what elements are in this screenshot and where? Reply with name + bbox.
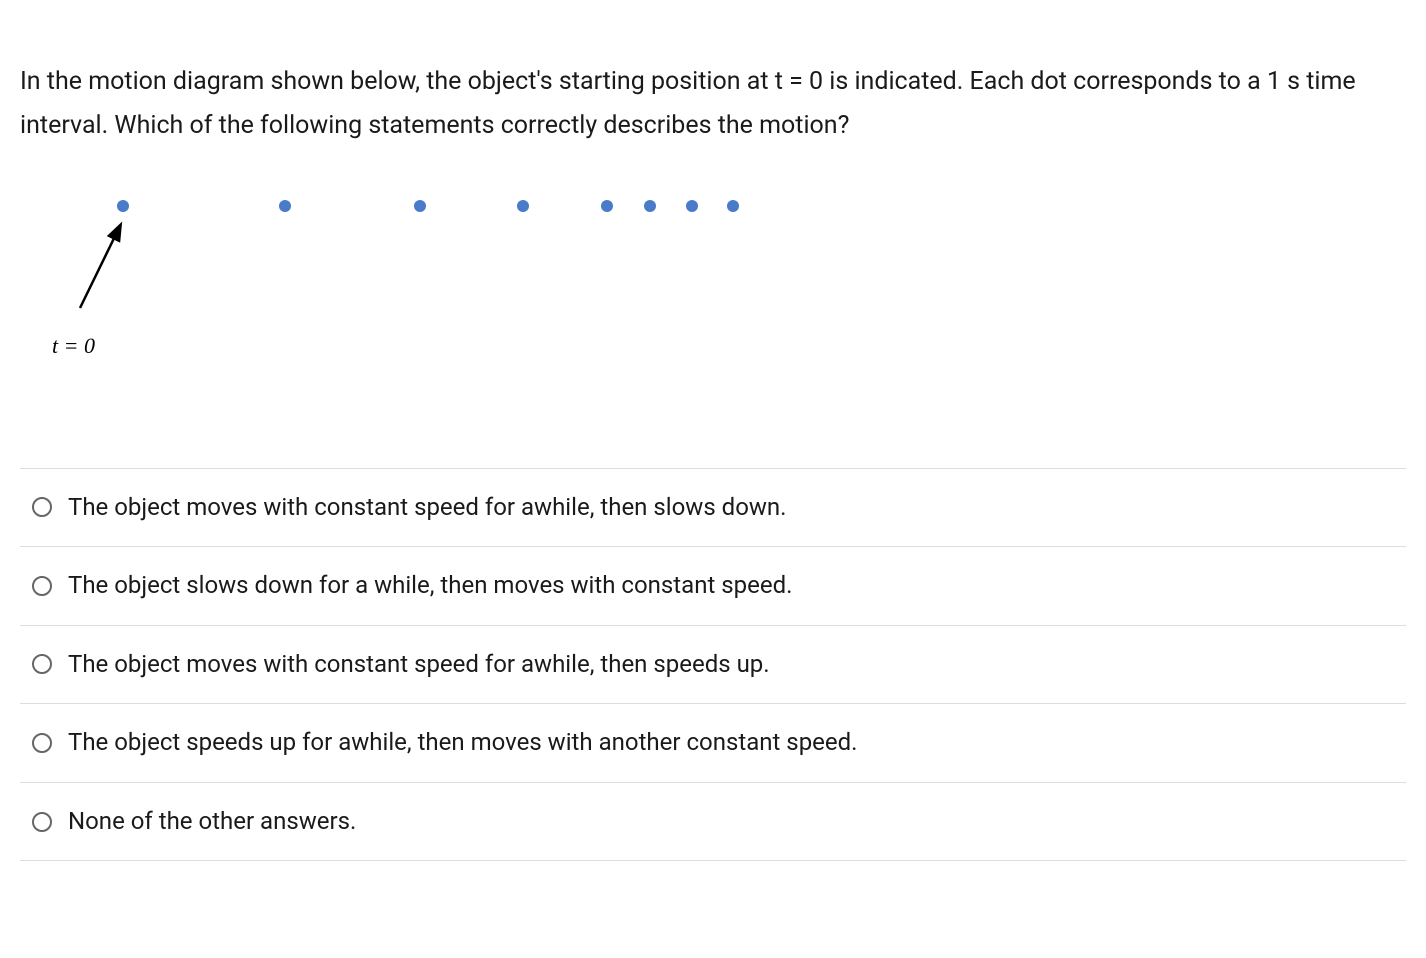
motion-dot [414,200,426,212]
start-time-label: t = 0 [52,333,95,359]
option-1[interactable]: The object moves with constant speed for… [20,469,1406,548]
option-2[interactable]: The object slows down for a while, then … [20,547,1406,626]
radio-icon [32,497,52,517]
question-prompt: In the motion diagram shown below, the o… [20,60,1406,148]
radio-icon [32,654,52,674]
motion-dot [644,200,656,212]
option-label: The object slows down for a while, then … [68,569,792,603]
motion-dot [279,200,291,212]
motion-dots [117,200,739,212]
motion-dot [117,200,129,212]
options-list: The object moves with constant speed for… [20,468,1406,862]
motion-dot [601,200,613,212]
option-label: None of the other answers. [68,805,356,839]
radio-icon [32,576,52,596]
motion-dot [686,200,698,212]
option-3[interactable]: The object moves with constant speed for… [20,626,1406,705]
motion-diagram: t = 0 [20,188,1406,408]
diagram-svg [20,188,820,368]
question-container: In the motion diagram shown below, the o… [0,0,1426,881]
option-label: The object moves with constant speed for… [68,491,787,525]
option-4[interactable]: The object speeds up for awhile, then mo… [20,704,1406,783]
radio-icon [32,733,52,753]
motion-dot [517,200,529,212]
option-5[interactable]: None of the other answers. [20,783,1406,862]
motion-dot [727,200,739,212]
option-label: The object moves with constant speed for… [68,648,770,682]
start-arrow-icon [80,226,120,308]
radio-icon [32,812,52,832]
option-label: The object speeds up for awhile, then mo… [68,726,857,760]
